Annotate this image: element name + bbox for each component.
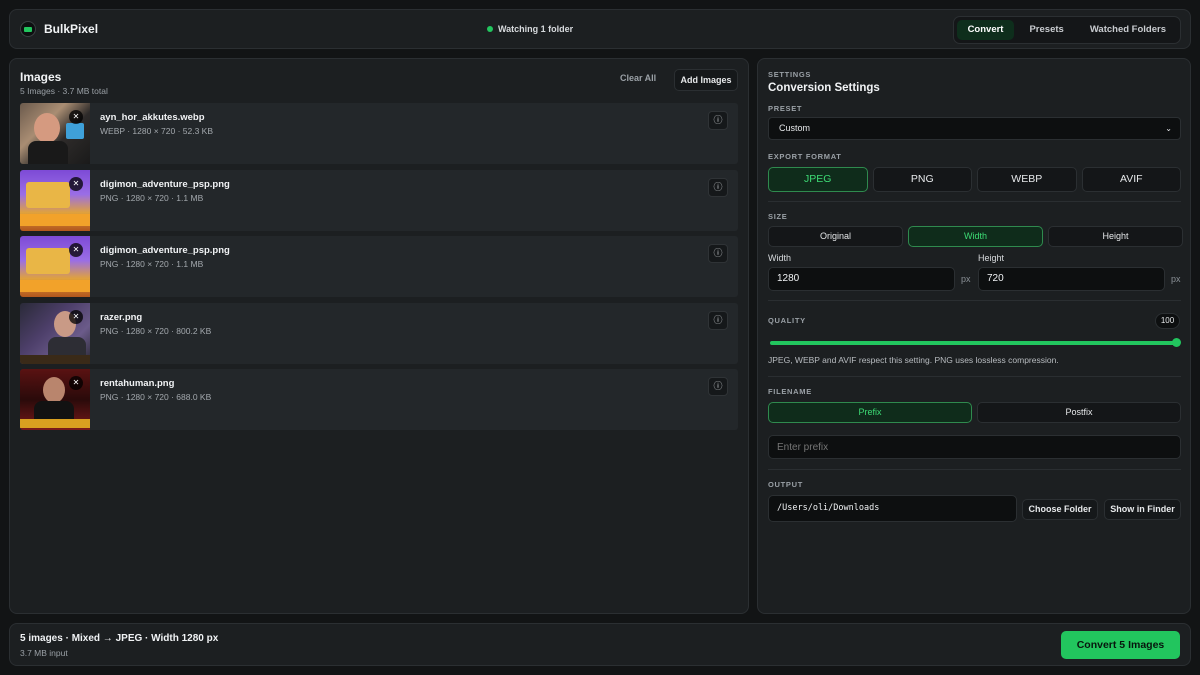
list-item[interactable]: ✕ ayn_hor_akkutes.webp WEBP · 1280 × 720… [20,103,738,164]
remove-image-close-icon[interactable]: ✕ [69,110,83,124]
width-unit: px [961,274,971,284]
status-dot-icon [487,26,493,32]
filename-prefix-button[interactable]: Prefix [768,402,972,423]
thumbnail: ✕ [20,236,90,297]
preset-label: PRESET [768,104,803,113]
file-name: digimon_adventure_psp.png [100,245,230,256]
export-format-label: EXPORT FORMAT [768,152,842,161]
divider [768,469,1181,470]
main-tabs: Convert Presets Watched Folders [952,16,1181,44]
top-bar: BulkPixel Watching 1 folder Convert Pres… [9,9,1191,49]
footer-bar: 5 images · Mixed → JPEG · Width 1280 px … [9,623,1191,666]
list-item[interactable]: ✕ razer.png PNG · 1280 × 720 · 800.2 KB … [20,302,738,364]
thumbnail: ✕ [20,103,90,164]
settings-eyebrow: SETTINGS [768,70,812,79]
output-path-input[interactable]: /Users/oli/Downloads [768,495,1017,522]
remove-image-close-icon[interactable]: ✕ [69,176,83,191]
input-size: 3.7 MB input [20,648,68,658]
images-panel: Images 5 Images · 3.7 MB total Clear All… [9,58,749,614]
height-label: Height [978,253,1005,263]
file-name: digimon_adventure_psp.png [100,178,230,190]
preset-select[interactable]: Custom ⌄ [768,117,1181,140]
file-name: rentahuman.png [100,378,175,389]
app-name: BulkPixel [44,22,99,36]
quality-slider-fill [770,341,1176,345]
images-title: Images [20,70,62,84]
watch-status-text: Watching 1 folder [498,24,574,34]
export-format-segment: JPEG PNG WEBP AVIF [768,167,1181,192]
size-label: SIZE [768,212,788,221]
quality-hint: JPEG, WEBP and AVIF respect this setting… [768,355,1059,365]
format-jpeg-button[interactable]: JPEG [768,167,868,192]
file-meta: PNG · 1280 × 720 · 800.2 KB [100,325,212,336]
filename-label: FILENAME [768,387,812,396]
brand: BulkPixel [20,21,98,37]
file-name: ayn_hor_akkutes.webp [100,112,205,123]
clear-all-button[interactable]: Clear All [620,73,656,83]
file-meta: PNG · 1280 × 720 · 1.1 MB [100,192,204,203]
image-list: ✕ ayn_hor_akkutes.webp WEBP · 1280 × 720… [20,103,738,436]
remove-image-close-icon[interactable]: ✕ [69,243,83,257]
file-name: razer.png [100,311,143,323]
convert-button[interactable]: Convert 5 Images [1061,631,1180,659]
divider [768,376,1181,377]
thumbnail: ✕ [20,369,90,430]
tab-presets[interactable]: Presets [1018,20,1074,40]
thumbnail: ✕ [20,169,90,231]
list-item[interactable]: ✕ digimon_adventure_psp.png PNG · 1280 ×… [20,236,738,297]
choose-folder-button[interactable]: Choose Folder [1022,499,1098,520]
remove-image-close-icon[interactable]: ✕ [69,376,83,390]
info-icon[interactable]: ⓘ [708,177,728,197]
quality-value-badge: 100 [1155,313,1180,329]
show-in-finder-button[interactable]: Show in Finder [1104,499,1181,520]
format-avif-button[interactable]: AVIF [1081,167,1181,192]
tab-watched-folders[interactable]: Watched Folders [1079,20,1177,40]
info-icon[interactable]: ⓘ [708,111,728,130]
settings-panel: SETTINGS Conversion Settings PRESET Cust… [757,58,1191,614]
chevron-down-icon: ⌄ [1165,124,1172,133]
size-original-button[interactable]: Original [768,226,903,247]
watch-status: Watching 1 folder [487,24,573,34]
divider [768,201,1181,202]
divider [768,300,1181,301]
preset-value: Custom [779,123,811,133]
size-width-button[interactable]: Width [908,226,1043,247]
format-png-button[interactable]: PNG [872,167,972,192]
add-images-button[interactable]: Add Images [674,69,738,91]
size-segment: Original Width Height [768,226,1183,247]
output-label: OUTPUT [768,480,804,489]
file-meta: PNG · 1280 × 720 · 1.1 MB [100,259,204,269]
filename-prefix-input[interactable] [768,435,1181,459]
conversion-summary: 5 images · Mixed → JPEG · Width 1280 px [20,633,219,644]
format-webp-button[interactable]: WEBP [977,167,1077,192]
images-summary: 5 Images · 3.7 MB total [20,86,108,96]
info-icon[interactable]: ⓘ [708,310,728,330]
quality-slider-handle[interactable] [1172,338,1181,347]
width-input[interactable]: 1280 [768,267,955,291]
app-logo-icon [20,21,36,37]
info-icon[interactable]: ⓘ [708,377,728,396]
remove-image-close-icon[interactable]: ✕ [69,309,83,324]
list-item[interactable]: ✕ rentahuman.png PNG · 1280 × 720 · 688.… [20,369,738,430]
quality-label: QUALITY [768,316,806,325]
size-height-button[interactable]: Height [1048,226,1183,247]
settings-title: Conversion Settings [768,82,880,94]
tab-convert[interactable]: Convert [956,20,1015,40]
filename-segment: Prefix Postfix [768,402,1181,423]
thumbnail: ✕ [20,302,90,364]
file-meta: PNG · 1280 × 720 · 688.0 KB [100,392,212,402]
list-item[interactable]: ✕ digimon_adventure_psp.png PNG · 1280 ×… [20,169,738,231]
quality-slider[interactable] [770,338,1181,347]
file-meta: WEBP · 1280 × 720 · 52.3 KB [100,126,214,136]
width-label: Width [768,253,792,263]
filename-postfix-button[interactable]: Postfix [977,402,1181,423]
height-unit: px [1171,274,1181,284]
info-icon[interactable]: ⓘ [708,244,728,263]
height-input[interactable]: 720 [978,267,1165,291]
